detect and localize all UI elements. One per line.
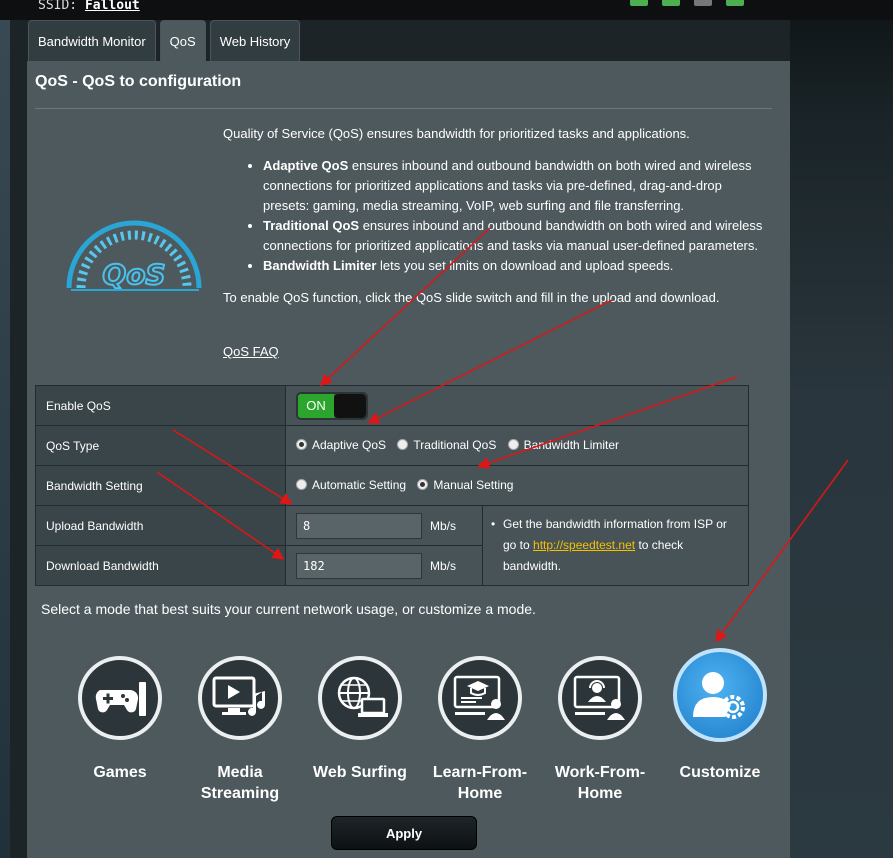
globe-laptop-icon <box>337 676 388 717</box>
page-title: QoS - QoS to configuration <box>35 73 242 90</box>
enable-qos-label: Enable QoS <box>35 385 286 426</box>
mode-customize[interactable]: Customize <box>660 648 780 783</box>
apply-button[interactable]: Apply <box>331 816 477 850</box>
mode-web-surfing[interactable]: Web Surfing <box>300 656 420 783</box>
top-bar: SSID: Fallout <box>0 0 893 20</box>
mode-work-from-home[interactable]: Work-From-Home <box>540 656 660 804</box>
tab-bandwidth-monitor[interactable]: Bandwidth Monitor <box>28 20 156 62</box>
enable-hint: To enable QoS function, click the QoS sl… <box>223 290 720 305</box>
upload-bandwidth-input[interactable]: 8 <box>296 512 422 539</box>
list-item: Adaptive QoS ensures inbound and outboun… <box>263 156 763 216</box>
table-row: Upload Bandwidth 8 Mb/s • Get the bandwid… <box>35 505 749 586</box>
mode-selector: Games Media Streaming Web Surfing Learn-… <box>60 648 780 806</box>
radio-bandwidth-limiter[interactable]: Bandwidth Limiter <box>507 438 619 452</box>
speedtest-link[interactable]: http://speedtest.net <box>533 538 635 552</box>
radio-traditional-qos[interactable]: Traditional QoS <box>397 438 496 452</box>
tab-bar: Bandwidth Monitor QoS Web History <box>28 20 301 62</box>
gamepad-icon <box>95 682 146 716</box>
switch-on-label: ON <box>298 393 334 418</box>
divider <box>35 108 772 109</box>
qos-logo: QoS <box>66 220 202 292</box>
download-unit: Mb/s <box>430 558 457 573</box>
download-bandwidth-input[interactable]: 182 <box>296 552 422 579</box>
download-bandwidth-label: Download Bandwidth <box>35 545 286 586</box>
media-icon <box>212 676 265 716</box>
left-sidebar-strip <box>0 0 10 858</box>
user-gear-icon <box>693 672 745 719</box>
qos-type-label: QoS Type <box>35 425 286 466</box>
svg-text:QoS: QoS <box>102 258 165 291</box>
upload-unit: Mb/s <box>430 518 457 533</box>
table-row: QoS Type Adaptive QoS Traditional QoS Ba… <box>35 425 749 466</box>
usb-icon[interactable] <box>726 0 744 6</box>
qos-faq-link[interactable]: QoS FAQ <box>223 344 279 359</box>
enable-qos-switch[interactable]: ON <box>296 391 368 420</box>
qos-description: Quality of Service (QoS) ensures bandwid… <box>223 124 763 308</box>
list-item: Bandwidth Limiter lets you set limits on… <box>263 256 763 276</box>
mode-learn-from-home[interactable]: Learn-From-Home <box>420 656 540 804</box>
ssid-display: SSID: Fallout <box>38 0 140 13</box>
qos-panel: QoS - QoS to configuration QoS Quality o… <box>27 61 790 858</box>
mode-media-streaming[interactable]: Media Streaming <box>180 656 300 804</box>
table-row: Bandwidth Setting Automatic Setting Manu… <box>35 465 749 506</box>
radio-adaptive-qos[interactable]: Adaptive QoS <box>296 438 386 452</box>
tab-qos[interactable]: QoS <box>159 20 206 62</box>
bandwidth-setting-label: Bandwidth Setting <box>35 465 286 506</box>
radio-manual-setting[interactable]: Manual Setting <box>417 478 513 492</box>
upload-bandwidth-label: Upload Bandwidth <box>35 505 286 546</box>
printer-icon[interactable] <box>694 0 712 6</box>
table-row: Enable QoS ON <box>35 385 749 426</box>
status-icons <box>630 0 744 6</box>
tab-web-history[interactable]: Web History <box>209 20 301 62</box>
qos-config-table: Enable QoS ON QoS Type Adaptive QoS Trad… <box>35 385 749 586</box>
learn-icon <box>453 675 505 720</box>
mode-games[interactable]: Games <box>60 656 180 783</box>
work-icon <box>573 675 625 720</box>
right-background <box>790 0 893 858</box>
mode-prompt: Select a mode that best suits your curre… <box>41 601 536 617</box>
network-icon[interactable] <box>662 0 680 6</box>
ssid-value: Fallout <box>84 0 140 13</box>
radio-automatic-setting[interactable]: Automatic Setting <box>296 478 406 492</box>
app-icon[interactable] <box>630 0 648 6</box>
list-item: Traditional QoS ensures inbound and outb… <box>263 216 763 256</box>
bandwidth-note: • Get the bandwidth information from ISP… <box>482 505 749 586</box>
qos-type-list: Adaptive QoS ensures inbound and outboun… <box>263 156 763 276</box>
intro-text: Quality of Service (QoS) ensures bandwid… <box>223 126 690 141</box>
